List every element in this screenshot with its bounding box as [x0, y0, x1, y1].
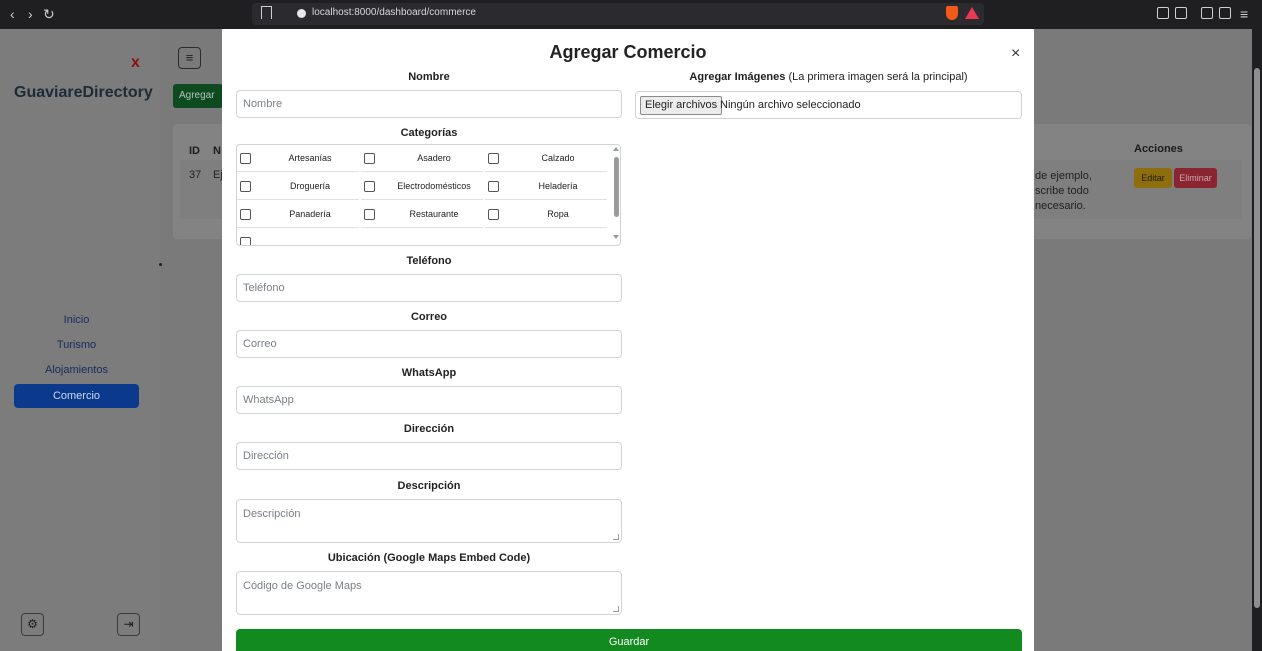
extensions-icon[interactable]	[1157, 7, 1169, 19]
category-option[interactable]: Electrodomésticos	[361, 175, 483, 200]
checkbox[interactable]	[364, 209, 375, 220]
column-header-actions: Acciones	[1134, 143, 1183, 155]
category-option[interactable]: Restaurante	[361, 203, 483, 228]
resize-handle-icon[interactable]	[613, 606, 619, 612]
checkbox[interactable]	[240, 181, 251, 192]
sidebar: x GuaviareDirectory Inicio Turismo Aloja…	[0, 29, 160, 651]
correo-input[interactable]: Correo	[236, 330, 622, 358]
checkbox[interactable]	[240, 209, 251, 220]
brave-shield-icon[interactable]	[946, 6, 958, 20]
modal-close-icon[interactable]: ×	[1011, 45, 1020, 63]
direccion-label: Dirección	[403, 423, 455, 435]
category-option[interactable]: Heladería	[485, 175, 607, 200]
category-option[interactable]: Ropa	[485, 203, 607, 228]
save-button[interactable]: Guardar	[236, 629, 1022, 651]
ubicacion-placeholder: Código de Google Maps	[243, 580, 362, 592]
cell-id: 37	[189, 169, 202, 181]
nombre-input[interactable]: Nombre	[236, 90, 622, 118]
telefono-input[interactable]: Teléfono	[236, 274, 622, 302]
correo-label: Correo	[410, 311, 448, 323]
hamburger-icon[interactable]: ≡	[178, 47, 201, 69]
brand-title: GuaviareDirectory	[14, 84, 153, 101]
imagenes-label: Agregar Imágenes (La primera imagen será…	[635, 71, 1022, 83]
category-option[interactable]	[237, 231, 359, 245]
nombre-label: Nombre	[408, 71, 450, 83]
sidebar-item-comercio[interactable]: Comercio	[14, 384, 139, 408]
screenshot-icon[interactable]	[1175, 7, 1187, 19]
column-header-id: ID	[189, 145, 200, 157]
descripcion-label: Descripción	[397, 480, 461, 492]
direccion-input[interactable]: Dirección	[236, 442, 622, 470]
ubicacion-label: Ubicación (Google Maps Embed Code)	[327, 552, 531, 564]
checkbox[interactable]	[488, 209, 499, 220]
add-commerce-modal: Agregar Comercio × Nombre Nombre Categor…	[222, 29, 1034, 651]
cell-description: necesario.	[1035, 200, 1086, 212]
checkbox[interactable]	[488, 181, 499, 192]
sidebar-item-alojamientos[interactable]: Alojamientos	[14, 358, 139, 382]
checkbox[interactable]	[488, 153, 499, 164]
ubicacion-textarea[interactable]: Código de Google Maps	[236, 571, 622, 615]
brave-rewards-icon[interactable]	[965, 7, 979, 19]
whatsapp-input[interactable]: WhatsApp	[236, 386, 622, 414]
category-option[interactable]: Calzado	[485, 147, 607, 172]
page-scrollbar-thumb[interactable]	[1254, 68, 1260, 608]
resize-handle-icon[interactable]	[613, 534, 619, 540]
telefono-label: Teléfono	[406, 255, 452, 267]
descripcion-placeholder: Descripción	[243, 508, 301, 520]
category-option[interactable]: Artesanías	[237, 147, 359, 172]
site-info-icon[interactable]	[297, 9, 306, 18]
sidebar-item-inicio[interactable]: Inicio	[14, 308, 139, 332]
sidebar-resize-handle[interactable]	[159, 263, 162, 266]
logout-icon[interactable]: ⇥	[117, 613, 140, 636]
sidebar-item-turismo[interactable]: Turismo	[14, 333, 139, 357]
reload-icon[interactable]: ↻	[43, 5, 55, 23]
cell-description: scribe todo	[1035, 185, 1089, 197]
sidebar-close-icon[interactable]: x	[131, 54, 140, 72]
add-commerce-button[interactable]: Agregar Comercio	[173, 84, 223, 108]
sidebar-toggle-icon[interactable]	[1201, 7, 1213, 19]
categorias-label: Categorías	[400, 127, 458, 139]
category-option[interactable]: Asadero	[361, 147, 483, 172]
checkbox[interactable]	[240, 153, 251, 164]
edit-button[interactable]: Editar	[1134, 168, 1172, 188]
checkbox[interactable]	[240, 237, 251, 245]
checkbox[interactable]	[364, 181, 375, 192]
browser-toolbar: ‹ › ↻ localhost:8000/dashboard/commerce …	[0, 0, 1262, 29]
cell-description: de ejemplo,	[1035, 170, 1092, 182]
imagenes-file-input[interactable]: Elegir archivos Ningún archivo seleccion…	[635, 91, 1022, 119]
url-text: localhost:8000/dashboard/commerce	[312, 7, 476, 18]
choose-files-button[interactable]: Elegir archivos	[640, 96, 723, 115]
imagenes-label-note: (La primera imagen será la principal)	[788, 71, 968, 83]
column-header-name: N	[213, 145, 221, 157]
categorias-list[interactable]: Artesanías Asadero Calzado Droguería Ele…	[236, 144, 621, 246]
file-status-text: Ningún archivo seleccionado	[720, 99, 861, 111]
back-icon[interactable]: ‹	[10, 5, 15, 23]
forward-icon[interactable]: ›	[28, 5, 33, 23]
settings-icon[interactable]: ⚙	[21, 613, 44, 636]
category-option[interactable]: Droguería	[237, 175, 359, 200]
category-option[interactable]: Panadería	[237, 203, 359, 228]
descripcion-textarea[interactable]: Descripción	[236, 499, 622, 543]
imagenes-label-bold: Agregar Imágenes	[689, 71, 786, 83]
checkbox[interactable]	[364, 153, 375, 164]
whatsapp-label: WhatsApp	[401, 367, 457, 379]
modal-title: Agregar Comercio	[549, 42, 707, 62]
categorias-scrollbar[interactable]	[612, 145, 620, 245]
menu-icon[interactable]: ≡	[1240, 5, 1248, 23]
delete-button[interactable]: Eliminar	[1174, 168, 1217, 188]
wallet-icon[interactable]	[1219, 7, 1231, 19]
bookmark-icon[interactable]	[261, 6, 272, 19]
